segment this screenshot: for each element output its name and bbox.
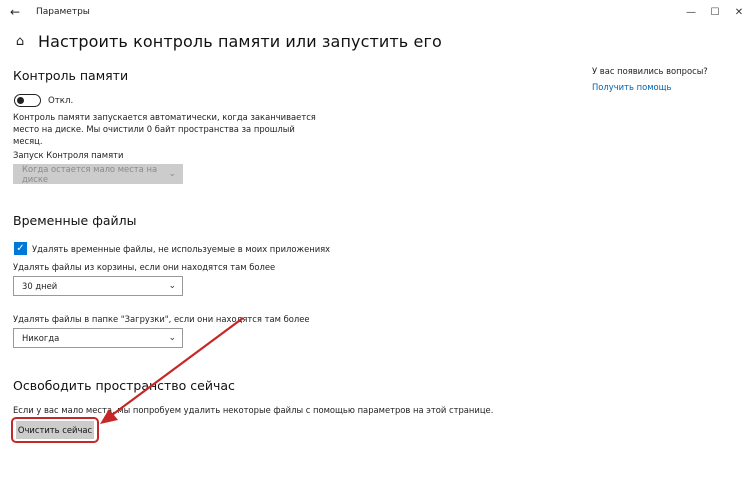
annotation-arrow-line xyxy=(111,317,244,416)
annotation-arrow xyxy=(100,317,244,424)
